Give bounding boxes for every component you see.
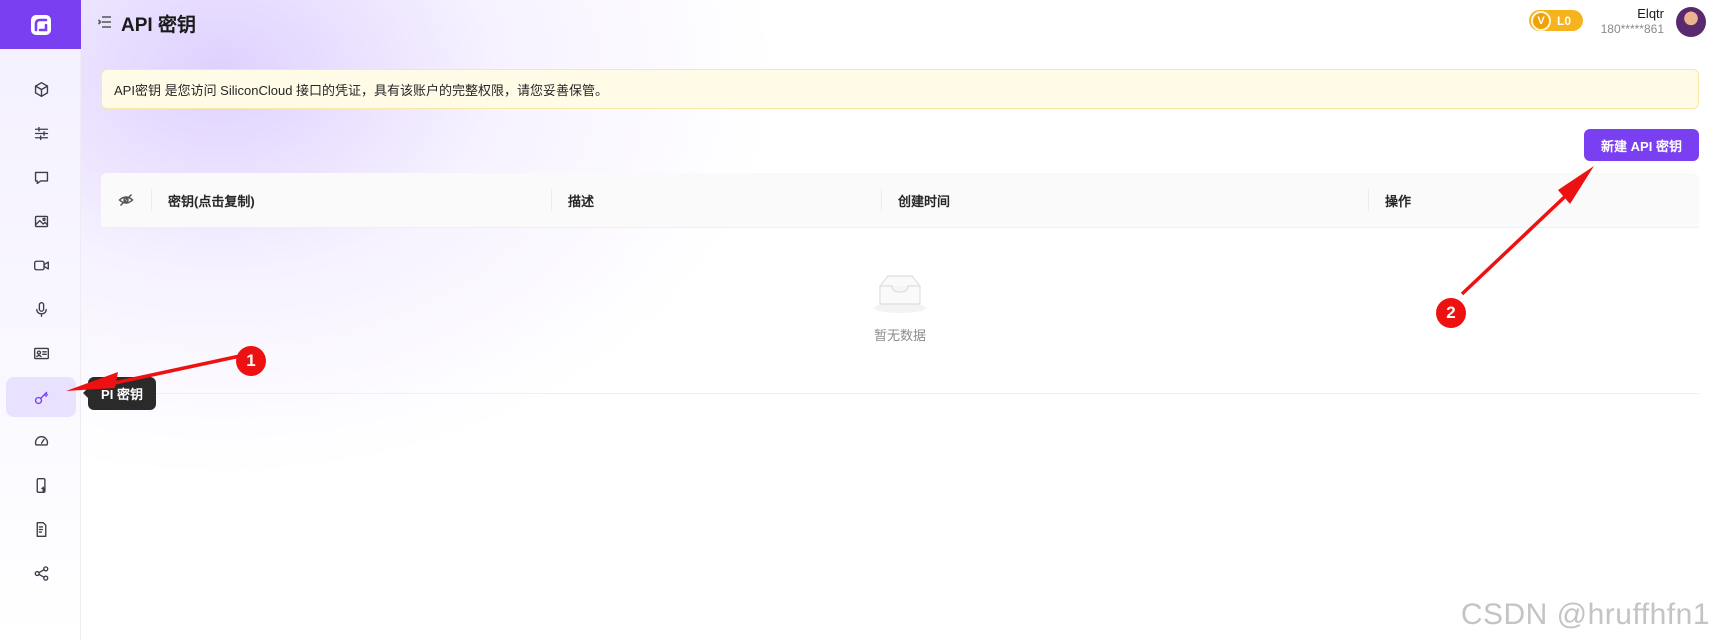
image-icon xyxy=(34,215,48,227)
column-header-description: 描述 xyxy=(551,189,881,211)
user-phone: 180*****861 xyxy=(1600,22,1664,36)
avatar[interactable] xyxy=(1676,7,1706,37)
sidebar-item-image[interactable] xyxy=(6,201,76,241)
api-key-notice: API密钥 是您访问 SiliconCloud 接口的凭证，具有该账户的完整权限… xyxy=(101,69,1699,109)
callout-1: 1 xyxy=(236,346,266,376)
column-header-actions: 操作 xyxy=(1368,189,1699,211)
sidebar-item-account[interactable] xyxy=(6,333,76,373)
sidebar-item-playground[interactable] xyxy=(6,113,76,153)
key-icon xyxy=(34,391,48,404)
share-icon xyxy=(34,565,48,581)
level-label: L0 xyxy=(1557,13,1572,28)
sidebar-nav xyxy=(0,49,80,593)
column-header-created: 创建时间 xyxy=(881,189,1368,211)
sidebar-item-usage[interactable] xyxy=(6,421,76,461)
mic-icon xyxy=(35,301,47,317)
sliders-icon xyxy=(34,126,48,140)
empty-inbox-icon xyxy=(874,275,926,313)
eye-off-icon xyxy=(118,193,134,207)
logo[interactable] xyxy=(0,0,81,49)
logo-icon xyxy=(30,14,51,35)
video-icon xyxy=(33,260,49,270)
empty-text: 暂无数据 xyxy=(873,328,926,343)
sidebar-tooltip: PI 密钥 xyxy=(83,377,156,410)
sidebar xyxy=(0,0,81,640)
notice-text: API密钥 是您访问 SiliconCloud 接口的凭证，具有该账户的完整权限… xyxy=(114,82,609,98)
collapse-menu-icon[interactable] xyxy=(97,14,115,32)
sidebar-item-share[interactable] xyxy=(6,553,76,593)
level-badge[interactable]: V L0 xyxy=(1529,10,1583,31)
api-keys-table: 密钥(点击复制) 描述 创建时间 操作 暂无数据 xyxy=(101,173,1699,394)
sidebar-item-api-keys[interactable] xyxy=(6,377,76,417)
top-header: API 密钥 V L0 Elqtr 180*****861 xyxy=(81,0,1716,49)
vip-badge-icon: V xyxy=(1531,10,1551,31)
sidebar-item-billing[interactable] xyxy=(6,465,76,505)
table-header: 密钥(点击复制) 描述 创建时间 操作 xyxy=(101,173,1699,228)
cube-icon xyxy=(34,81,48,97)
user-name: Elqtr xyxy=(1637,6,1664,21)
page-title: API 密钥 xyxy=(121,15,196,36)
toggle-visibility-header[interactable] xyxy=(101,189,151,211)
column-header-key: 密钥(点击复制) xyxy=(151,189,551,211)
user-info[interactable]: Elqtr 180*****861 xyxy=(1601,6,1664,37)
sidebar-item-video[interactable] xyxy=(6,245,76,285)
sidebar-item-chat[interactable] xyxy=(6,157,76,197)
billing-icon xyxy=(36,477,46,493)
gauge-icon xyxy=(34,435,48,446)
invoice-icon xyxy=(36,521,46,537)
sidebar-item-invoice[interactable] xyxy=(6,509,76,549)
chat-icon xyxy=(34,171,48,184)
watermark: CSDN @hruffhfn1 xyxy=(1460,598,1710,631)
new-api-key-button[interactable]: 新建 API 密钥 xyxy=(1584,129,1699,161)
sidebar-item-audio[interactable] xyxy=(6,289,76,329)
id-card-icon xyxy=(33,347,49,359)
callout-2: 2 xyxy=(1436,298,1466,328)
sidebar-item-models[interactable] xyxy=(6,69,76,109)
